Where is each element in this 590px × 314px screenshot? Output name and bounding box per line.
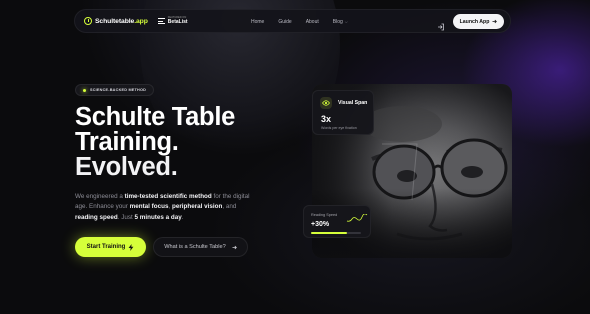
nav-link-blog-label: Blog [332,19,343,25]
nav-link-about[interactable]: About [306,19,319,25]
hero-title-line-1: Schulte Table [75,103,235,131]
hero-description: We engineered a time-tested scientific m… [75,192,250,223]
logo[interactable]: Schultetable.app [84,17,148,25]
visual-span-card: Visual Span 3x Words per eye fixation [312,90,374,135]
nav-links: Home Guide About Blog ⌵ [251,10,362,34]
reading-speed-progress-fill [311,232,347,234]
logo-text: Schultetable.app [95,18,148,25]
visual-span-title: Visual Span [338,100,368,106]
desc-bold-2: mental focus [129,203,169,211]
desc-bold-4: reading speed [75,213,118,221]
navbar: Schultetable.app FEATURED ON BetaList Ho… [74,9,511,33]
logo-tld: .app [134,17,148,25]
nav-link-guide[interactable]: Guide [278,19,291,25]
what-is-schulte-table-button[interactable]: What is a Schulte Table? [153,237,248,257]
start-training-label: Start Training [86,244,126,250]
hero-title-line-2: Training. [75,128,179,156]
badge-dot [83,88,86,92]
arrow-right-icon [492,19,498,24]
eye-icon [320,97,332,109]
nav-link-home[interactable]: Home [251,19,264,25]
hero-title-line-3: Evolved. [75,153,178,181]
arrow-right-icon [232,245,237,249]
desc-text-1: We engineered a [75,193,125,200]
badge-text: SCIENCE-BACKED METHOD [90,88,147,92]
bolt-icon [128,243,134,251]
desc-text-6: . [181,213,184,221]
desc-bold-3: peripheral vision [171,203,223,211]
nav-link-blog[interactable]: Blog ⌵ [333,19,348,25]
visual-span-value: 3x [321,114,332,124]
reading-speed-card: Reading Speed +30% [303,205,371,238]
betalist-name: BetaList [167,18,188,25]
login-icon[interactable] [437,18,445,31]
reading-speed-label: Reading Speed [311,213,338,217]
desc-bold-5: 5 minutes a day [134,213,182,221]
desc-text-4: , and [222,203,237,211]
desc-bold-1: time-tested scientific method [124,193,212,200]
method-badge: SCIENCE-BACKED METHOD [75,84,155,96]
hero-title: Schulte Table Training. Evolved. [75,103,295,181]
betalist-badge[interactable]: FEATURED ON BetaList [157,17,188,25]
logo-name: Schultetable [95,17,135,25]
sparkline-icon [346,214,368,222]
reading-speed-progress-bar [311,232,361,234]
logo-target-icon [84,17,92,25]
desc-text-5: . Just [117,213,135,221]
reading-speed-value: +30% [311,221,330,228]
start-training-button[interactable]: Start Training [75,237,146,257]
visual-span-subtitle: Words per eye fixation [321,126,357,130]
betalist-text: FEATURED ON BetaList [168,17,188,25]
chevron-down-icon: ⌵ [344,19,348,24]
launch-app-button[interactable]: Launch App [453,14,504,29]
betalist-icon [157,18,165,24]
what-is-schulte-table-label: What is a Schulte Table? [164,244,226,250]
launch-app-label: Launch App [459,18,490,25]
